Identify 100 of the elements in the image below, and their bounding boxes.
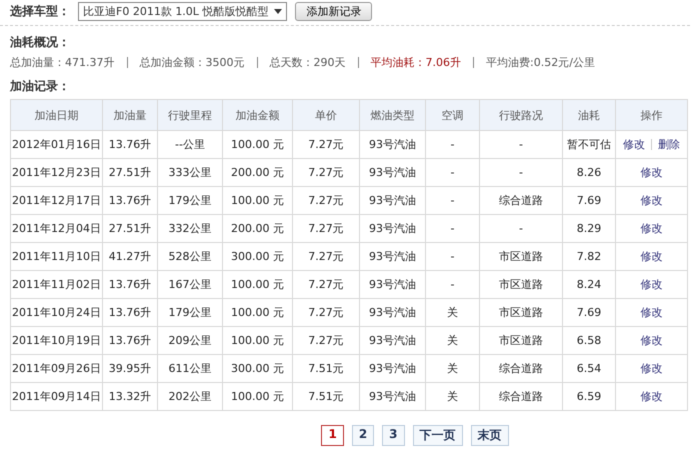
caret-icon xyxy=(274,9,282,14)
table-cell: 13.76升 xyxy=(102,270,158,298)
column-header: 加油量 xyxy=(102,100,158,130)
table-cell: 2011年12月23日 xyxy=(10,158,102,186)
table-cell: 8.24 xyxy=(562,270,616,298)
table-cell: 6.54 xyxy=(562,354,616,382)
table-cell: 7.82 xyxy=(562,242,616,270)
table-cell: 2011年10月24日 xyxy=(10,298,102,326)
action-link[interactable]: 修改 xyxy=(623,137,645,152)
table-cell: 200.00 元 xyxy=(222,214,292,242)
table-cell: 100.00 元 xyxy=(222,326,292,354)
table-cell: --公里 xyxy=(158,130,222,158)
table-cell: 7.27元 xyxy=(292,326,360,354)
summary-stat: 平均油费:0.52元/公里 xyxy=(486,55,595,70)
table-cell: 7.27元 xyxy=(292,186,360,214)
table-cell: 167公里 xyxy=(158,270,222,298)
action-link[interactable]: 修改 xyxy=(640,305,662,320)
table-cell: - xyxy=(426,214,480,242)
table-cell: 332公里 xyxy=(158,214,222,242)
summary-stat: 总加油量：471.37升 xyxy=(10,55,114,70)
table-cell: 93号汽油 xyxy=(360,326,426,354)
table-cell: 综合道路 xyxy=(480,382,562,410)
table-cell: 13.32升 xyxy=(102,382,158,410)
table-cell: 关 xyxy=(426,326,480,354)
table-cell: 7.51元 xyxy=(292,382,360,410)
table-cell: 2012年01月16日 xyxy=(10,130,102,158)
table-cell: 93号汽油 xyxy=(360,158,426,186)
action-link[interactable]: 修改 xyxy=(640,249,662,264)
table-cell: 2011年10月19日 xyxy=(10,326,102,354)
table-cell: 关 xyxy=(426,354,480,382)
table-cell: 8.29 xyxy=(562,214,616,242)
action-link[interactable]: 修改 xyxy=(640,277,662,292)
page-button[interactable]: 3 xyxy=(382,425,405,446)
column-header: 单价 xyxy=(292,100,360,130)
table-cell: 611公里 xyxy=(158,354,222,382)
table-cell: 300.00 元 xyxy=(222,354,292,382)
table-cell: - xyxy=(480,214,562,242)
action-link[interactable]: 修改 xyxy=(640,361,662,376)
car-model-label: 选择车型： xyxy=(10,3,70,20)
action-link[interactable]: 修改 xyxy=(640,165,662,180)
page-button[interactable]: 末页 xyxy=(470,425,509,446)
table-cell: 93号汽油 xyxy=(360,298,426,326)
car-model-select[interactable]: 比亚迪F0 2011款 1.0L 悦酷版悦酷型 xyxy=(78,2,288,21)
column-header: 油耗 xyxy=(562,100,616,130)
table-cell: 2011年09月14日 xyxy=(10,382,102,410)
table-cell: 93号汽油 xyxy=(360,270,426,298)
page-button[interactable]: 1 xyxy=(321,425,344,446)
table-cell: 8.26 xyxy=(562,158,616,186)
table-cell: 333公里 xyxy=(158,158,222,186)
table-cell: 7.51元 xyxy=(292,354,360,382)
table-cell: 39.95升 xyxy=(102,354,158,382)
table-cell: - xyxy=(426,242,480,270)
table-cell: 93号汽油 xyxy=(360,214,426,242)
summary-heading: 油耗概况： xyxy=(10,34,71,51)
table-cell: 7.27元 xyxy=(292,130,360,158)
table-cell: 13.76升 xyxy=(102,326,158,354)
table-cell: 市区道路 xyxy=(480,298,562,326)
table-cell: 13.76升 xyxy=(102,298,158,326)
table-cell: 179公里 xyxy=(158,186,222,214)
table-cell: 528公里 xyxy=(158,242,222,270)
table-cell: 179公里 xyxy=(158,298,222,326)
page-button[interactable]: 2 xyxy=(352,425,374,446)
column-header: 操作 xyxy=(616,100,688,130)
table-cell: 93号汽油 xyxy=(360,354,426,382)
table-cell: 100.00 元 xyxy=(222,382,292,410)
table-cell: 100.00 元 xyxy=(222,186,292,214)
summary-stat: 总加油金额：3500元 xyxy=(140,55,244,70)
action-link[interactable]: 修改 xyxy=(640,333,662,348)
table-cell: 2011年11月10日 xyxy=(10,242,102,270)
page-button[interactable]: 下一页 xyxy=(412,425,463,446)
column-header: 加油日期 xyxy=(10,100,102,130)
add-record-button[interactable]: 添加新记录 xyxy=(295,2,372,21)
table-cell: 2011年11月02日 xyxy=(10,270,102,298)
table-cell: 7.27元 xyxy=(292,298,360,326)
table-cell: - xyxy=(480,130,562,158)
action-link[interactable]: 修改 xyxy=(640,193,662,208)
table-cell: - xyxy=(480,158,562,186)
table-cell: 209公里 xyxy=(158,326,222,354)
column-header: 燃油类型 xyxy=(360,100,426,130)
table-cell: 关 xyxy=(426,298,480,326)
table-cell: 27.51升 xyxy=(102,158,158,186)
action-link[interactable]: 修改 xyxy=(640,389,662,404)
column-header: 空调 xyxy=(426,100,480,130)
table-cell: 93号汽油 xyxy=(360,242,426,270)
table-cell: 7.27元 xyxy=(292,158,360,186)
action-link[interactable]: 修改 xyxy=(640,221,662,236)
action-link[interactable]: 删除 xyxy=(658,137,680,152)
table-cell: 27.51升 xyxy=(102,214,158,242)
column-header: 行驶里程 xyxy=(158,100,222,130)
table-cell: 202公里 xyxy=(158,382,222,410)
table-cell: - xyxy=(426,130,480,158)
table-cell: 2011年09月26日 xyxy=(10,354,102,382)
table-cell: 300.00 元 xyxy=(222,242,292,270)
table-cell: 100.00 元 xyxy=(222,130,292,158)
column-header: 加油金额 xyxy=(222,100,292,130)
table-cell: - xyxy=(426,158,480,186)
table-cell: 41.27升 xyxy=(102,242,158,270)
table-cell: 7.27元 xyxy=(292,214,360,242)
records-heading: 加油记录： xyxy=(10,78,71,95)
table-cell: 综合道路 xyxy=(480,354,562,382)
